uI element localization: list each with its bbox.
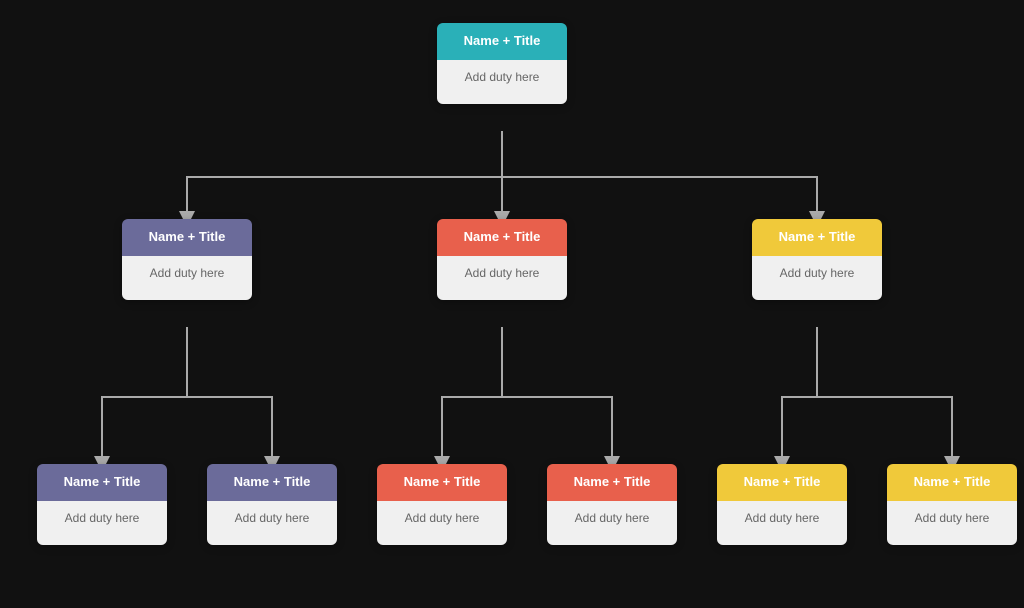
node-l3-lr-header: Name + Title xyxy=(207,464,337,501)
node-l3-cr[interactable]: Name + Title Add duty here xyxy=(547,464,677,545)
node-l3-cr-header: Name + Title xyxy=(547,464,677,501)
node-l3-ll-body: Add duty here xyxy=(37,501,167,545)
node-l2-center-body: Add duty here xyxy=(437,256,567,300)
node-l3-cl-body: Add duty here xyxy=(377,501,507,545)
org-chart: Name + Title Add duty here Name + Title … xyxy=(22,9,1002,599)
node-l2-right-body: Add duty here xyxy=(752,256,882,300)
node-root-duty: Add duty here xyxy=(465,70,540,84)
node-l3-rr[interactable]: Name + Title Add duty here xyxy=(887,464,1017,545)
node-l3-lr[interactable]: Name + Title Add duty here xyxy=(207,464,337,545)
node-l3-ll-header: Name + Title xyxy=(37,464,167,501)
node-l3-rl[interactable]: Name + Title Add duty here xyxy=(717,464,847,545)
node-l3-rr-duty: Add duty here xyxy=(915,511,990,525)
node-l3-lr-duty: Add duty here xyxy=(235,511,310,525)
node-l3-ll-name: Name + Title xyxy=(64,474,141,489)
node-l3-cl-header: Name + Title xyxy=(377,464,507,501)
node-l2-right-name: Name + Title xyxy=(779,229,856,244)
node-l3-ll[interactable]: Name + Title Add duty here xyxy=(37,464,167,545)
node-l2-center-name: Name + Title xyxy=(464,229,541,244)
node-l2-center-duty: Add duty here xyxy=(465,266,540,280)
node-l2-right-header: Name + Title xyxy=(752,219,882,256)
node-l3-cl-duty: Add duty here xyxy=(405,511,480,525)
node-l2-right-duty: Add duty here xyxy=(780,266,855,280)
node-root-header: Name + Title xyxy=(437,23,567,60)
node-l3-lr-name: Name + Title xyxy=(234,474,311,489)
node-l2-left[interactable]: Name + Title Add duty here xyxy=(122,219,252,300)
node-l3-ll-duty: Add duty here xyxy=(65,511,140,525)
node-l2-left-duty: Add duty here xyxy=(150,266,225,280)
node-l2-center-header: Name + Title xyxy=(437,219,567,256)
node-l2-center[interactable]: Name + Title Add duty here xyxy=(437,219,567,300)
node-root[interactable]: Name + Title Add duty here xyxy=(437,23,567,104)
node-l2-left-name: Name + Title xyxy=(149,229,226,244)
node-l3-cr-body: Add duty here xyxy=(547,501,677,545)
node-l3-rr-header: Name + Title xyxy=(887,464,1017,501)
node-l2-left-header: Name + Title xyxy=(122,219,252,256)
node-l3-rl-duty: Add duty here xyxy=(745,511,820,525)
node-l3-rr-name: Name + Title xyxy=(914,474,991,489)
node-l3-cl-name: Name + Title xyxy=(404,474,481,489)
node-root-body: Add duty here xyxy=(437,60,567,104)
node-l3-rr-body: Add duty here xyxy=(887,501,1017,545)
node-l3-rl-body: Add duty here xyxy=(717,501,847,545)
node-root-name: Name + Title xyxy=(464,33,541,48)
node-l2-left-body: Add duty here xyxy=(122,256,252,300)
node-l3-cr-duty: Add duty here xyxy=(575,511,650,525)
node-l3-lr-body: Add duty here xyxy=(207,501,337,545)
node-l2-right[interactable]: Name + Title Add duty here xyxy=(752,219,882,300)
node-l3-rl-header: Name + Title xyxy=(717,464,847,501)
node-l3-cl[interactable]: Name + Title Add duty here xyxy=(377,464,507,545)
node-l3-rl-name: Name + Title xyxy=(744,474,821,489)
node-l3-cr-name: Name + Title xyxy=(574,474,651,489)
